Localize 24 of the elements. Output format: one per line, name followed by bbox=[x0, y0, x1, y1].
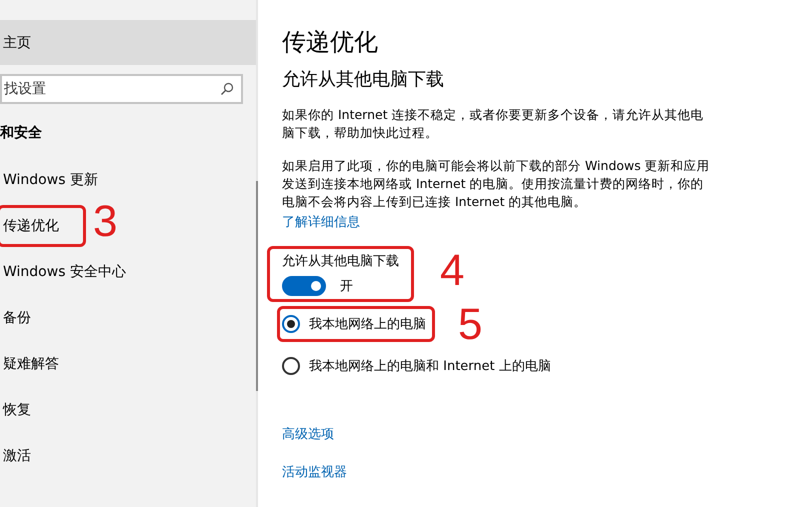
option-label: 我本地网络上的电脑和 Internet 上的电脑 bbox=[309, 358, 551, 375]
learn-more-link[interactable]: 了解详细信息 bbox=[282, 213, 360, 231]
callout-number: 5 bbox=[458, 303, 482, 347]
section-heading: 和安全 bbox=[0, 124, 43, 143]
radio-option[interactable]: 我本地网络上的电脑和 Internet 上的电脑 bbox=[280, 351, 557, 381]
settings-link[interactable]: 活动监视器 bbox=[282, 463, 347, 481]
home-item[interactable]: 主页 bbox=[0, 20, 256, 65]
callout-number: 4 bbox=[440, 249, 464, 293]
toggle-state: 开 bbox=[340, 278, 353, 295]
description-text: 如果你的 Internet 连接不稳定，或者你要更新多个设备，请允许从其他电脑下载，帮助加快此过程。 bbox=[282, 106, 705, 142]
settings-link[interactable]: 高级选项 bbox=[282, 425, 334, 443]
radio-button[interactable] bbox=[282, 357, 300, 375]
page-title: 传递优化 bbox=[282, 27, 379, 58]
toggle-switch[interactable] bbox=[282, 276, 326, 296]
search-icon bbox=[220, 82, 234, 96]
section-subtitle: 允许从其他电脑下载 bbox=[282, 68, 445, 92]
search-field[interactable]: 找设置 bbox=[0, 74, 243, 104]
toggle-label: 允许从其他电脑下载 bbox=[282, 253, 399, 270]
radio-button[interactable] bbox=[282, 315, 300, 333]
scrollbar[interactable] bbox=[256, 181, 258, 391]
item-label: 传递优化 bbox=[3, 218, 59, 234]
description-text: 如果启用了此项，你的电脑可能会将以前下载的部分 Windows 更新和应用发送到连接本地网络或 Internet 的电脑。使用按流量计费的网络时，你的电脑不会将内容上传到已连接 Internet 的其他电脑。 bbox=[282, 157, 711, 211]
option-label: 我本地网络上的电脑 bbox=[309, 316, 426, 333]
callout-number: 3 bbox=[93, 200, 118, 244]
